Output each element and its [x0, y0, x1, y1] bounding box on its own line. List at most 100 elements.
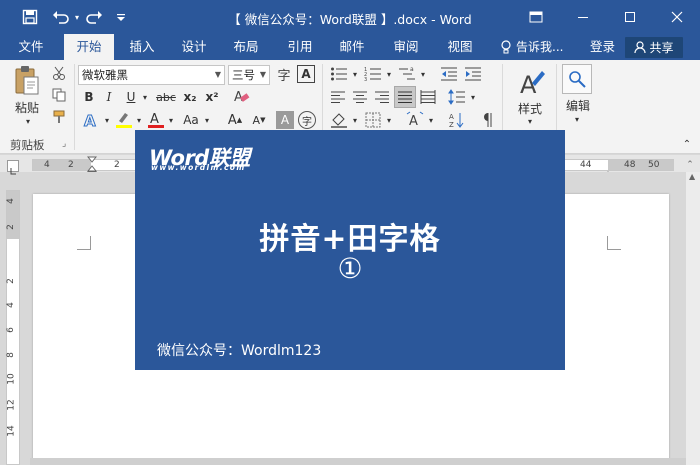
tab-view[interactable]: 视图 [438, 34, 482, 60]
clipboard-launcher-icon[interactable]: ⌟ [62, 140, 71, 149]
ruler-tick: 44 [580, 160, 592, 170]
font-size-dropdown-icon[interactable]: ▼ [260, 66, 266, 84]
shading-dropdown-icon[interactable]: ▾ [350, 110, 360, 130]
font-color-icon[interactable]: A [146, 110, 166, 130]
horizontal-scrollbar[interactable] [30, 458, 686, 465]
ruler-tick: 10 [6, 373, 17, 385]
borders-icon[interactable] [362, 110, 384, 130]
styles-icon[interactable]: A [508, 64, 552, 102]
format-painter-icon[interactable] [50, 108, 68, 126]
strikethrough-button[interactable]: abc [154, 88, 178, 106]
justify-icon[interactable] [394, 86, 416, 108]
character-shading-button[interactable]: A [276, 111, 294, 129]
align-center-icon[interactable] [350, 87, 370, 107]
styles-label[interactable]: 样式 [508, 100, 552, 116]
scroll-up-icon[interactable]: ▲ [689, 172, 697, 182]
tab-file[interactable]: 文件 [8, 34, 54, 60]
align-left-icon[interactable] [328, 87, 348, 107]
distributed-icon[interactable] [418, 87, 438, 107]
chinese-layout-icon[interactable]: A [404, 110, 426, 130]
ribbon-tab-row: 文件 开始 插入 设计 布局 引用 邮件 审阅 视图 告诉我... 登录 [0, 34, 700, 60]
text-effects-icon[interactable]: A [80, 110, 102, 130]
customize-qat-icon[interactable] [114, 6, 128, 28]
italic-button[interactable]: I [100, 88, 118, 106]
bold-button[interactable]: B [80, 88, 98, 106]
undo-dropdown-icon[interactable]: ▾ [72, 6, 82, 28]
share-button[interactable]: 共享 [625, 37, 683, 58]
undo-icon[interactable] [50, 6, 72, 28]
ruler-toggle-icon[interactable]: ⌃ [684, 160, 696, 172]
show-marks-icon[interactable] [476, 110, 498, 130]
underline-button[interactable]: U [122, 88, 140, 106]
multilevel-list-dropdown-icon[interactable]: ▾ [418, 64, 428, 84]
increase-indent-icon[interactable] [462, 64, 484, 84]
shrink-font-button[interactable]: A ▼ [248, 110, 270, 130]
styles-dropdown-icon[interactable]: ▾ [524, 116, 536, 126]
paste-dropdown-icon[interactable]: ▾ [22, 116, 34, 126]
grow-font-button[interactable]: A ▲ [224, 110, 246, 130]
subscript-button[interactable]: x₂ [180, 88, 200, 106]
font-color-dropdown-icon[interactable]: ▾ [166, 110, 176, 130]
tab-design[interactable]: 设计 [172, 34, 216, 60]
phonetic-guide-button[interactable]: 字 [274, 64, 294, 84]
editing-label[interactable]: 编辑 [556, 97, 600, 113]
tab-insert[interactable]: 插入 [120, 34, 164, 60]
save-icon[interactable] [20, 6, 40, 28]
sort-icon[interactable]: AZ [446, 110, 468, 130]
line-spacing-icon[interactable] [446, 87, 468, 107]
margin-corner-top-right [607, 236, 621, 250]
enclose-characters-button[interactable]: 字 [298, 111, 316, 129]
clear-formatting-icon[interactable]: A [232, 87, 252, 107]
font-name-field[interactable]: 微软雅黑 ▼ [78, 65, 225, 85]
change-case-dropdown-icon[interactable]: ▾ [202, 110, 212, 130]
maximize-icon[interactable] [618, 7, 642, 27]
numbering-dropdown-icon[interactable]: ▾ [384, 64, 394, 84]
underline-dropdown-icon[interactable]: ▾ [140, 88, 150, 106]
line-spacing-dropdown-icon[interactable]: ▾ [468, 87, 478, 107]
paste-icon[interactable] [10, 64, 44, 98]
paste-label[interactable]: 粘贴 [10, 99, 44, 115]
tab-home[interactable]: 开始 [64, 34, 114, 60]
banner-numeral: ① [337, 252, 363, 285]
vertical-scrollbar[interactable]: ▲ [686, 172, 700, 465]
change-case-button[interactable]: Aa [180, 110, 202, 130]
login-link[interactable]: 登录 [590, 34, 615, 60]
highlight-icon[interactable] [114, 110, 134, 130]
collapse-ribbon-icon[interactable]: ⌃ [680, 138, 694, 150]
font-size-field[interactable]: 三号 ▼ [228, 65, 270, 85]
text-effects-dropdown-icon[interactable]: ▾ [102, 110, 112, 130]
decrease-indent-icon[interactable] [438, 64, 460, 84]
close-icon[interactable] [665, 7, 689, 27]
tab-review[interactable]: 审阅 [384, 34, 428, 60]
ribbon-display-options-icon[interactable] [524, 7, 548, 27]
copy-icon[interactable] [50, 86, 68, 104]
bullets-dropdown-icon[interactable]: ▾ [350, 64, 360, 84]
editing-dropdown-icon[interactable]: ▾ [571, 114, 583, 124]
ruler-tick: 50 [648, 160, 660, 170]
ribbon-separator [74, 64, 75, 150]
highlight-dropdown-icon[interactable]: ▾ [134, 110, 144, 130]
numbering-icon[interactable]: 123 [362, 64, 384, 84]
multilevel-list-icon[interactable]: a [396, 64, 418, 84]
ruler-tick: 8 [5, 352, 16, 358]
font-size-value: 三号 [232, 68, 255, 82]
minimize-icon[interactable] [571, 7, 595, 27]
bullets-icon[interactable] [328, 64, 350, 84]
tab-layout[interactable]: 布局 [224, 34, 268, 60]
shading-icon[interactable] [328, 110, 350, 130]
chinese-layout-dropdown-icon[interactable]: ▾ [426, 110, 436, 130]
align-right-icon[interactable] [372, 87, 392, 107]
tab-references[interactable]: 引用 [278, 34, 322, 60]
tab-mailings[interactable]: 邮件 [330, 34, 374, 60]
borders-dropdown-icon[interactable]: ▾ [384, 110, 394, 130]
font-name-dropdown-icon[interactable]: ▼ [215, 66, 221, 84]
superscript-button[interactable]: x² [202, 88, 222, 106]
redo-icon[interactable] [84, 6, 104, 28]
cut-icon[interactable] [50, 64, 68, 82]
tab-selector-icon[interactable] [7, 160, 19, 175]
tell-me-box[interactable]: 告诉我... [500, 34, 563, 60]
margin-corner-top-left [77, 236, 91, 250]
ruler-left-margin [33, 160, 91, 170]
character-border-button[interactable]: A [297, 65, 315, 83]
editing-search-icon[interactable] [562, 64, 592, 94]
